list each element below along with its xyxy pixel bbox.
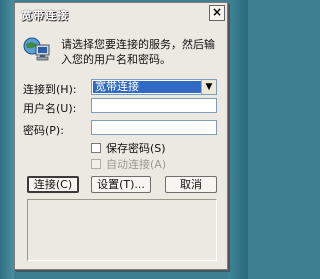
- password-label: 密码(P):: [23, 124, 64, 137]
- connect-to-select[interactable]: 宽带连接 ▼: [91, 79, 217, 95]
- username-label: 用户名(U):: [23, 102, 77, 115]
- title-bar[interactable]: 宽带连接 ×: [15, 3, 227, 25]
- username-field[interactable]: [91, 98, 217, 113]
- intro-text: 请选择您要连接的服务，然后输入您的用户名和密码。: [61, 38, 215, 66]
- connect-to-label: 连接到(H):: [23, 83, 77, 96]
- status-area: [27, 199, 217, 261]
- save-password-checkbox[interactable]: 保存密码(S): [91, 140, 221, 155]
- close-icon[interactable]: ×: [209, 5, 225, 21]
- desktop-background-left: [0, 0, 14, 279]
- cancel-button[interactable]: 取消: [165, 176, 217, 193]
- connect-button[interactable]: 连接(C): [27, 176, 79, 193]
- dialog-title: 宽带连接: [21, 9, 69, 22]
- network-connection-icon: [23, 37, 50, 61]
- auto-connect-label: 自动连接(A): [106, 158, 167, 171]
- settings-button[interactable]: 设置(T)...: [91, 176, 151, 193]
- chevron-down-icon[interactable]: ▼: [201, 80, 216, 94]
- connection-dialog: 宽带连接 × 请选择您要连接的服务，然后输入您的用户名和密码。 连接到(H): …: [14, 2, 228, 270]
- checkbox-box[interactable]: [91, 159, 101, 169]
- save-password-label: 保存密码(S): [106, 142, 166, 155]
- desktop-background-right: [228, 0, 248, 279]
- connect-to-value: 宽带连接: [93, 81, 201, 93]
- password-field[interactable]: [91, 120, 217, 135]
- auto-connect-checkbox[interactable]: 自动连接(A): [91, 156, 221, 171]
- checkbox-box[interactable]: [91, 143, 101, 153]
